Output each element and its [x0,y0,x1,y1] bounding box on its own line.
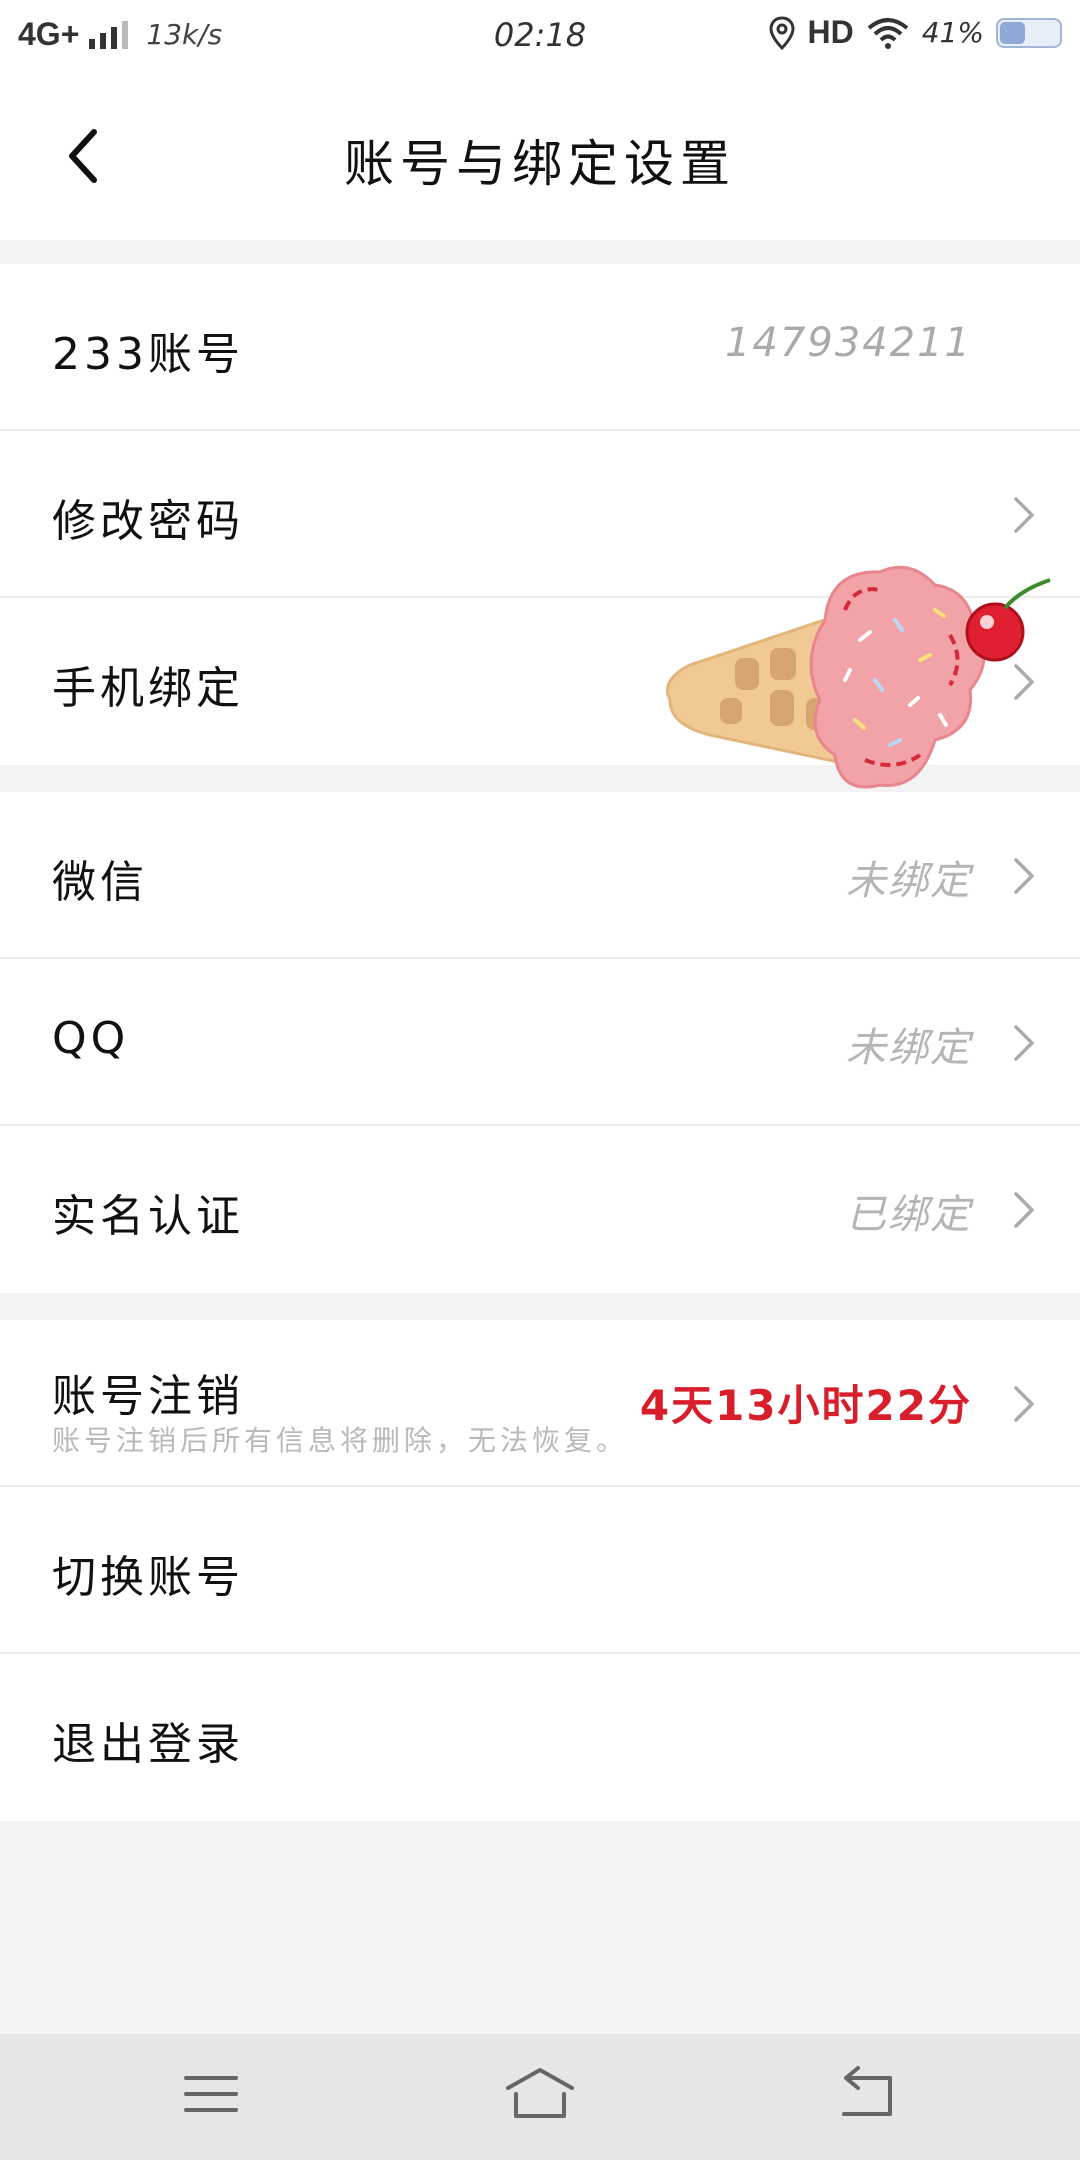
cancel-countdown: 4天13小时22分 [639,1381,972,1430]
system-nav-bar [0,2034,1080,2160]
wechat-row[interactable]: 微信 未绑定 [0,792,1080,959]
qq-status: 未绑定 [846,1025,972,1071]
hd-indicator: HD [807,14,854,50]
wechat-label: 微信 [52,857,148,908]
account-row: 233账号 147934211 [0,264,1080,431]
account-cancel-description: 账号注销后所有信息将删除，无法恢复。 [52,1424,629,1457]
ice-cream-sticker [666,565,1051,789]
chevron-right-icon [1014,497,1034,533]
account-actions-section: 账号注销 账号注销后所有信息将删除，无法恢复。 4天13小时22分 切换账号 退… [0,1320,1080,1821]
binding-section: 微信 未绑定 QQ 未绑定 实名认证 已绑定 [0,792,1080,1293]
menu-icon [184,2076,238,2112]
chevron-right-icon [1014,1192,1034,1228]
switch-account-label: 切换账号 [52,1552,244,1603]
logout-label: 退出登录 [52,1719,244,1770]
back-nav-button[interactable] [834,2064,904,2124]
realname-row[interactable]: 实名认证 已绑定 [0,1126,1080,1293]
page-title: 账号与绑定设置 [344,135,736,193]
status-bar: 4G+ 13k/s 02:18 HD 41% [0,0,1080,72]
account-id: 147934211 [724,320,972,366]
account-label: 233账号 [52,329,244,380]
chevron-right-icon [1014,1025,1034,1061]
qq-label: QQ [52,1013,130,1064]
menu-button[interactable] [176,2064,246,2124]
realname-label: 实名认证 [52,1191,244,1242]
switch-account-row[interactable]: 切换账号 [0,1487,1080,1654]
realname-status: 已绑定 [846,1192,972,1238]
account-cancel-row[interactable]: 账号注销 账号注销后所有信息将删除，无法恢复。 4天13小时22分 [0,1320,1080,1487]
location-icon [769,15,795,50]
header: 账号与绑定设置 [0,72,1080,240]
status-right: HD 41% [768,14,1062,51]
battery-icon [996,17,1062,48]
home-button[interactable] [500,2064,574,2124]
chevron-right-icon [1014,1386,1034,1422]
wifi-icon [867,17,909,49]
qq-row[interactable]: QQ 未绑定 [0,959,1080,1126]
account-cancel-label: 账号注销 [52,1371,244,1422]
home-icon [506,2068,574,2118]
phone-binding-label: 手机绑定 [52,663,244,714]
return-icon [842,2066,892,2116]
wechat-status: 未绑定 [846,858,972,904]
battery-percent: 41% [921,16,984,49]
logout-row[interactable]: 退出登录 [0,1654,1080,1821]
change-password-label: 修改密码 [52,496,244,547]
chevron-right-icon [1014,858,1034,894]
